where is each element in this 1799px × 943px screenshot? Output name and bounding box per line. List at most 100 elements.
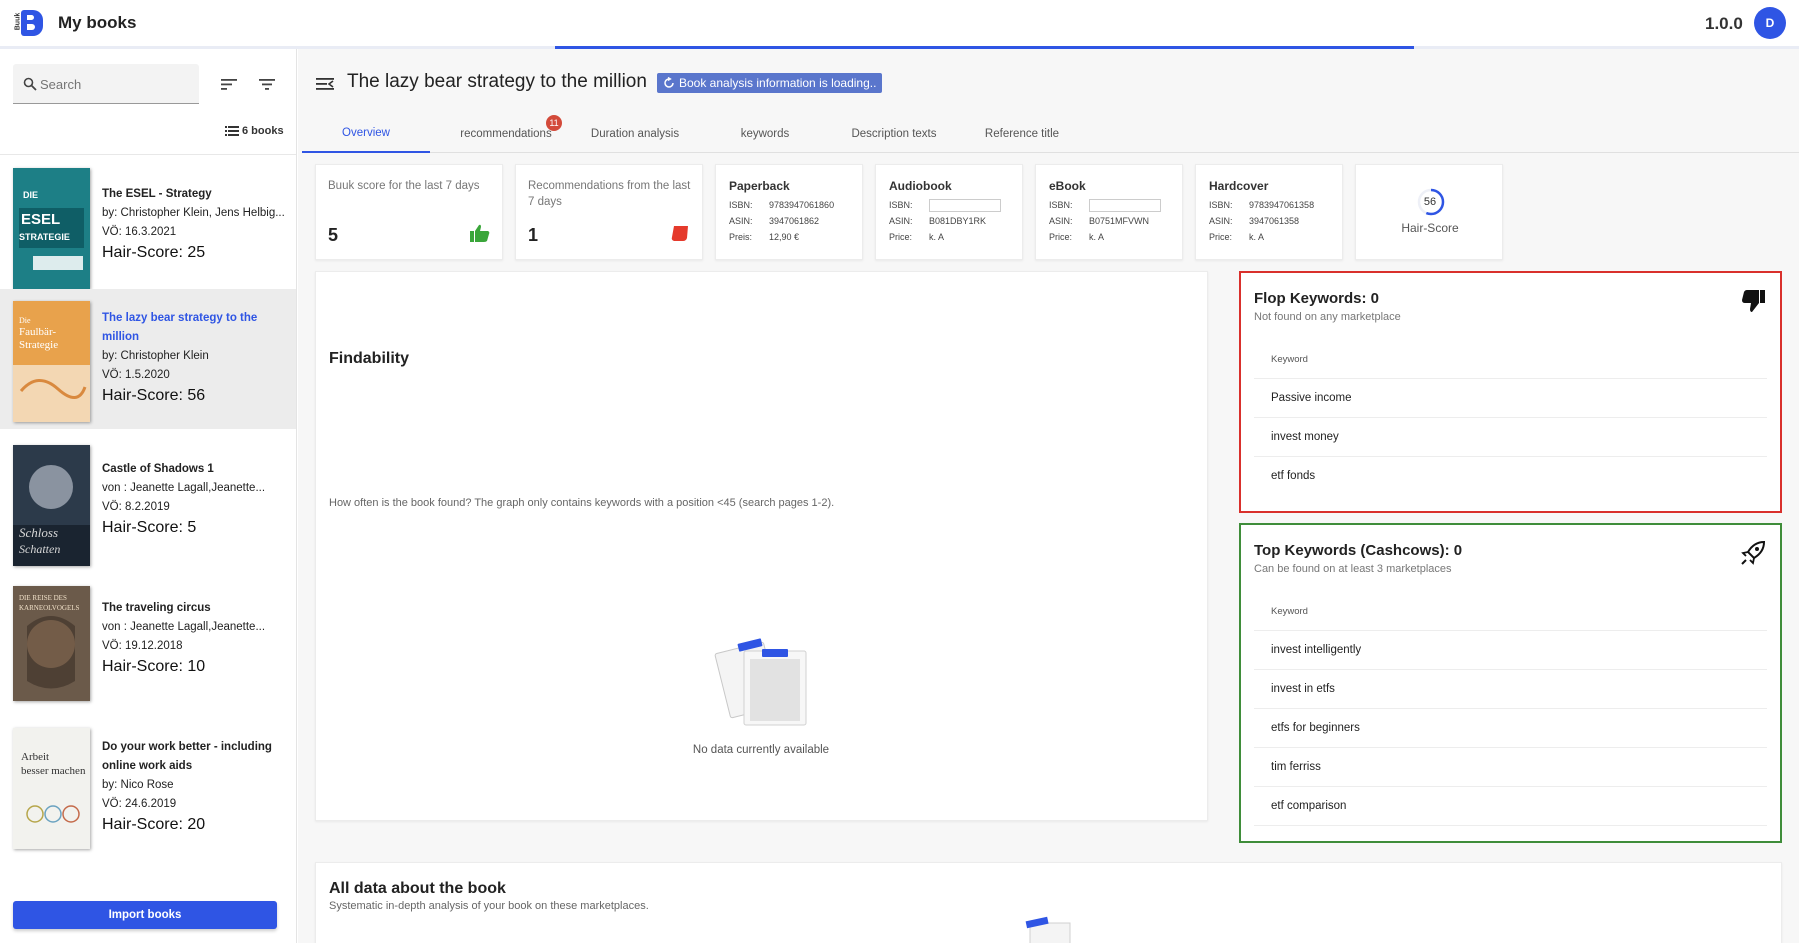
search-field[interactable] — [13, 64, 199, 104]
hair-score-card: 56 Hair-Score — [1355, 164, 1503, 260]
import-books-button[interactable]: Import books — [13, 901, 277, 929]
tab-duration-analysis[interactable]: Duration analysis — [570, 115, 700, 153]
sync-icon — [664, 77, 674, 88]
book-release-date: VÖ: 24.6.2019 — [102, 798, 177, 810]
hair-score-label: Hair-Score — [1401, 221, 1459, 235]
book-release-date: VÖ: 16.3.2021 — [102, 226, 177, 238]
book-item[interactable]: DIE REISE DES KARNEOLVOGELS The traveling… — [0, 575, 296, 715]
keyword-row: tim ferriss — [1254, 748, 1767, 787]
book-count: 6 books — [225, 125, 284, 137]
svg-text:Schatten: Schatten — [19, 542, 60, 556]
price-row: Price: k. A — [889, 232, 945, 242]
sidebar: 6 books DIE ESEL STRATEGIE The ESEL - Stra… — [0, 49, 297, 943]
isbn-row: ISBN: — [889, 199, 1001, 212]
rocket-icon — [1741, 540, 1766, 565]
book-hair-score: Hair-Score: 5 — [102, 519, 197, 536]
book-info: The ESEL - Strategy by: Christopher Klei… — [102, 185, 290, 264]
hardcover-card: Hardcover ISBN: 9783947061358 ASIN: 394706… — [1195, 164, 1343, 260]
book-info: Do your work better - including online w… — [102, 738, 290, 836]
filter-icon[interactable] — [257, 74, 277, 94]
metric-label: Recommendations from the last 7 days — [528, 180, 691, 208]
buuk-score-card: Buuk score for the last 7 days 5 — [315, 164, 503, 260]
tab-reference-title[interactable]: Reference title — [958, 115, 1086, 153]
svg-text:besser machen: besser machen — [21, 765, 86, 777]
findability-description: How often is the book found? The graph o… — [329, 497, 835, 509]
book-cover: DIE REISE DES KARNEOLVOGELS — [13, 586, 90, 701]
sort-icon[interactable] — [219, 74, 239, 94]
asin-row: ASIN: 3947061862 — [729, 216, 820, 226]
recommendations-card: Recommendations from the last 7 days 1 — [515, 164, 703, 260]
book-cover: Schloss Schatten — [13, 445, 90, 566]
import-area: Import books — [0, 889, 296, 943]
flop-keywords-table: Keyword Passive income invest money etf … — [1254, 341, 1767, 496]
tab-keywords[interactable]: keywords — [700, 115, 830, 153]
format-title: Audiobook — [889, 179, 952, 193]
book-cover: Arbeit besser machen — [13, 728, 90, 849]
tab-description-texts[interactable]: Description texts — [830, 115, 958, 153]
list-icon — [225, 126, 239, 136]
book-info: The lazy bear strategy to the million by… — [102, 309, 290, 407]
asin-row: ASIN: B0751MFVWN — [1049, 216, 1150, 226]
all-data-card: All data about the book Systematic in-de… — [315, 862, 1782, 943]
empty-state-text: No data currently available — [692, 744, 830, 756]
thumbs-down-icon — [1742, 290, 1765, 312]
keyword-row: etf comparison — [1254, 787, 1767, 826]
keyword-column-header: Keyword — [1254, 593, 1767, 631]
format-title: eBook — [1049, 179, 1086, 193]
menu-collapse-icon[interactable] — [316, 76, 334, 92]
svg-text:Faulbär-: Faulbär- — [19, 326, 56, 338]
book-item[interactable]: Schloss Schatten Castle of Shadows 1 von … — [0, 432, 296, 572]
loading-badge: Book analysis information is loading.. — [657, 73, 883, 93]
book-authors: von : Jeanette Lagall,Jeanette... — [102, 482, 266, 494]
book-item[interactable]: DIE ESEL STRATEGIE The ESEL - Strategy by:… — [0, 155, 296, 295]
book-title: The ESEL - Strategy — [102, 188, 212, 200]
isbn-empty-box — [929, 199, 1001, 212]
top-keywords-title: Top Keywords (Cashcows): 0 — [1254, 542, 1463, 559]
book-title: The lazy bear strategy to the million — [102, 312, 258, 343]
app-title: My books — [58, 13, 137, 32]
flop-keywords-subtitle: Not found on any marketplace — [1254, 311, 1401, 323]
book-authors: by: Christopher Klein — [102, 350, 209, 362]
page-title: The lazy bear strategy to the million — [347, 71, 647, 92]
price-row: Price: k. A — [1209, 232, 1265, 242]
keyword-row: invest in etfs — [1254, 670, 1767, 709]
book-cover: Die Faulbär- Strategie — [13, 301, 90, 422]
book-authors: by: Nico Rose — [102, 779, 174, 791]
book-authors: von : Jeanette Lagall,Jeanette... — [102, 621, 266, 633]
version-label: 1.0.0 — [1705, 14, 1743, 33]
book-count-label: 6 books — [242, 125, 284, 137]
buuk-logo[interactable]: Buuk — [13, 8, 43, 38]
svg-text:DIE: DIE — [23, 190, 38, 200]
metric-label: Buuk score for the last 7 days — [328, 180, 480, 192]
keyword-column-header: Keyword — [1254, 341, 1767, 379]
svg-text:KARNEOLVOGELS: KARNEOLVOGELS — [19, 604, 80, 612]
user-avatar[interactable]: D — [1754, 7, 1786, 39]
book-item-selected[interactable]: Die Faulbär- Strategie The lazy bear strat… — [0, 289, 296, 429]
book-hair-score: Hair-Score: 56 — [102, 387, 206, 404]
keyword-row: Passive income — [1254, 379, 1767, 418]
paperback-card: Paperback ISBN: 9783947061860 ASIN: 394706… — [715, 164, 863, 260]
top-bar: Buuk My books 1.0.0 D — [0, 0, 1799, 47]
all-data-title: All data about the book — [329, 880, 506, 897]
isbn-row: ISBN: 9783947061860 — [729, 200, 835, 210]
book-hair-score: Hair-Score: 25 — [102, 244, 206, 261]
asin-row: ASIN: B081DBY1RK — [889, 216, 987, 226]
svg-text:Arbeit: Arbeit — [21, 751, 49, 763]
top-keywords-subtitle: Can be found on at least 3 marketplaces — [1254, 563, 1452, 575]
ebook-card: eBook ISBN: ASIN: B0751MFVWN Price: k. A — [1035, 164, 1183, 260]
search-input[interactable] — [40, 74, 190, 94]
book-hair-score: Hair-Score: 20 — [102, 816, 206, 833]
flop-keywords-title: Flop Keywords: 0 — [1254, 290, 1380, 307]
isbn-empty-box — [1089, 199, 1161, 212]
book-item[interactable]: Arbeit besser machen Do your work better … — [0, 718, 296, 858]
top-keywords-card: Top Keywords (Cashcows): 0 Can be found … — [1239, 523, 1782, 843]
book-release-date: VÖ: 8.2.2019 — [102, 501, 170, 513]
book-info: The traveling circus von : Jeanette Laga… — [102, 599, 290, 678]
search-icon — [23, 77, 37, 91]
book-release-date: VÖ: 1.5.2020 — [102, 369, 170, 381]
tab-bar: Overview recommendations 11 Duration ana… — [302, 115, 1799, 153]
hair-score-value: 56 — [1423, 196, 1437, 208]
tab-overview[interactable]: Overview — [302, 115, 430, 153]
svg-text:Schloss: Schloss — [19, 525, 58, 540]
top-keywords-table: Keyword invest intelligently invest in e… — [1254, 593, 1767, 826]
